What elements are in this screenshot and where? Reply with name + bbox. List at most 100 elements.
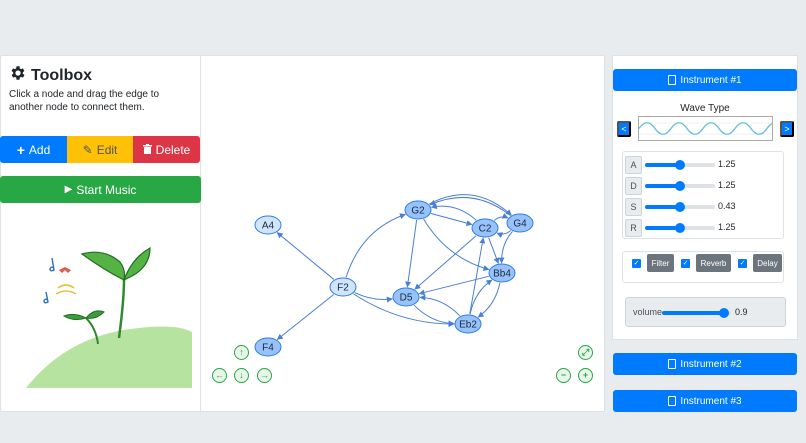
adsr-slider-r[interactable]	[645, 223, 715, 233]
adsr-slider-d[interactable]	[645, 181, 715, 191]
add-button-label: Add	[28, 142, 51, 157]
edge-eb2-d5[interactable]	[419, 294, 461, 317]
wave-next-button[interactable]: >	[780, 121, 794, 137]
start-music-button[interactable]: ▶ Start Music	[0, 176, 201, 203]
sprout-illustration	[24, 240, 194, 393]
node-d5[interactable]: D5	[392, 287, 420, 307]
effect-button-delay[interactable]: Delay	[753, 254, 782, 272]
edge-g2-c2[interactable]	[430, 213, 473, 226]
sine-wave-icon	[638, 122, 784, 135]
up-arrow-icon[interactable]: ↑	[234, 345, 249, 360]
zoom-in-icon[interactable]: +	[578, 368, 593, 383]
node-label: Eb2	[459, 320, 477, 331]
adsr-slider-s[interactable]	[645, 202, 715, 212]
edge-c2-g4[interactable]	[493, 213, 509, 221]
instrument-3-button[interactable]: Instrument #3	[613, 390, 797, 412]
node-g2[interactable]: G2	[404, 200, 432, 220]
edge-c2-bb4[interactable]	[488, 237, 500, 264]
bottom-bar	[0, 412, 806, 443]
effect-button-filter[interactable]: Filter	[647, 254, 674, 272]
trash-icon	[142, 143, 152, 157]
instrument-2-label: Instrument #2	[680, 358, 742, 370]
edge-bb4-eb2[interactable]	[477, 282, 501, 318]
pencil-icon: ✎	[82, 142, 93, 157]
volume-value: 0.9	[735, 307, 748, 317]
edge-f2-a4[interactable]	[276, 232, 335, 280]
node-label: G4	[513, 219, 527, 230]
effect-checkbox-filter[interactable]: ✓	[632, 259, 641, 268]
plus-icon: +	[16, 141, 25, 158]
node-label: C2	[479, 224, 492, 235]
adsr-value-s: 0.43	[718, 201, 736, 211]
edge-c2-g2[interactable]	[430, 203, 477, 221]
edge-g4-bb4[interactable]	[498, 231, 513, 264]
effect-checkbox-delay[interactable]: ✓	[738, 259, 747, 268]
adsr-label-s: S	[625, 198, 642, 216]
wave-type-label: Wave Type	[680, 103, 730, 114]
volume-label: volume	[633, 307, 663, 317]
instrument-1-button[interactable]: Instrument #1	[613, 69, 797, 91]
adsr-slider-thumb[interactable]	[675, 181, 685, 191]
effect-checkbox-reverb[interactable]: ✓	[681, 259, 690, 268]
volume-slider-fill	[662, 311, 725, 315]
adsr-value-d: 1.25	[718, 180, 736, 190]
node-a4[interactable]: A4	[254, 215, 282, 235]
adsr-value-r: 1.25	[718, 222, 736, 232]
audio-file-icon	[668, 359, 677, 369]
adsr-label-r: R	[625, 219, 642, 237]
node-bb4[interactable]: Bb4	[488, 263, 516, 283]
node-label: F4	[262, 343, 274, 354]
node-c2[interactable]: C2	[471, 218, 499, 238]
adsr-slider-thumb[interactable]	[675, 223, 685, 233]
node-label: D5	[400, 293, 413, 304]
play-icon: ▶	[64, 184, 73, 195]
start-music-label: Start Music	[76, 182, 137, 197]
node-label: G2	[411, 206, 425, 217]
edge-eb2-c2[interactable]	[469, 237, 486, 315]
delete-button[interactable]: Delete	[133, 136, 200, 163]
right-arrow-icon[interactable]: →	[257, 368, 272, 383]
down-arrow-icon[interactable]: ↓	[234, 368, 249, 383]
edge-c2-d5[interactable]	[414, 235, 477, 290]
add-button[interactable]: + Add	[0, 136, 67, 163]
node-f2[interactable]: F2	[329, 277, 357, 297]
toolbox-heading: Toolbox	[9, 64, 92, 87]
edge-bb4-d5[interactable]	[418, 275, 489, 296]
node-label: Bb4	[493, 269, 511, 280]
node-f4[interactable]: F4	[254, 337, 282, 357]
node-eb2[interactable]: Eb2	[454, 314, 482, 334]
adsr-label-a: A	[625, 156, 642, 174]
adsr-value-a: 1.25	[718, 159, 736, 169]
wave-preview	[638, 116, 784, 141]
adsr-slider-thumb[interactable]	[675, 160, 685, 170]
effect-button-reverb[interactable]: Reverb	[696, 254, 731, 272]
instrument-1-label: Instrument #1	[680, 74, 742, 86]
top-bar	[0, 0, 806, 37]
audio-file-icon	[668, 75, 677, 85]
volume-slider[interactable]	[662, 308, 731, 318]
edit-button[interactable]: ✎ Edit	[67, 136, 133, 163]
edge-g4-c2[interactable]	[496, 230, 512, 238]
delete-button-label: Delete	[155, 142, 191, 157]
edge-eb2-bb4[interactable]	[469, 279, 493, 315]
instrument-3-label: Instrument #3	[680, 395, 742, 407]
edge-f2-g2[interactable]	[345, 213, 406, 278]
adsr-slider-a[interactable]	[645, 160, 715, 170]
edge-f2-f4[interactable]	[276, 294, 334, 340]
adsr-slider-thumb[interactable]	[675, 202, 685, 212]
zoom-out-icon[interactable]: −	[556, 368, 571, 383]
adsr-label-d: D	[625, 177, 642, 195]
instrument-2-button[interactable]: Instrument #2	[613, 353, 797, 375]
edit-button-label: Edit	[96, 142, 118, 157]
node-g4[interactable]: G4	[506, 213, 534, 233]
wave-prev-button[interactable]: <	[617, 121, 631, 137]
toolbox-description: Click a node and drag the edge to anothe…	[9, 89, 160, 113]
left-arrow-icon[interactable]: ←	[212, 368, 227, 383]
node-label: A4	[262, 221, 275, 232]
gear-icon	[9, 64, 27, 87]
toolbox-title: Toolbox	[31, 66, 93, 84]
audio-file-icon	[668, 396, 677, 406]
edge-g2-d5[interactable]	[405, 219, 418, 288]
fit-icon[interactable]: ⤢	[578, 345, 593, 360]
note-graph[interactable]: A4 G2 C2 G4 F2 D5 Bb4 Eb2 F4	[201, 56, 605, 411]
